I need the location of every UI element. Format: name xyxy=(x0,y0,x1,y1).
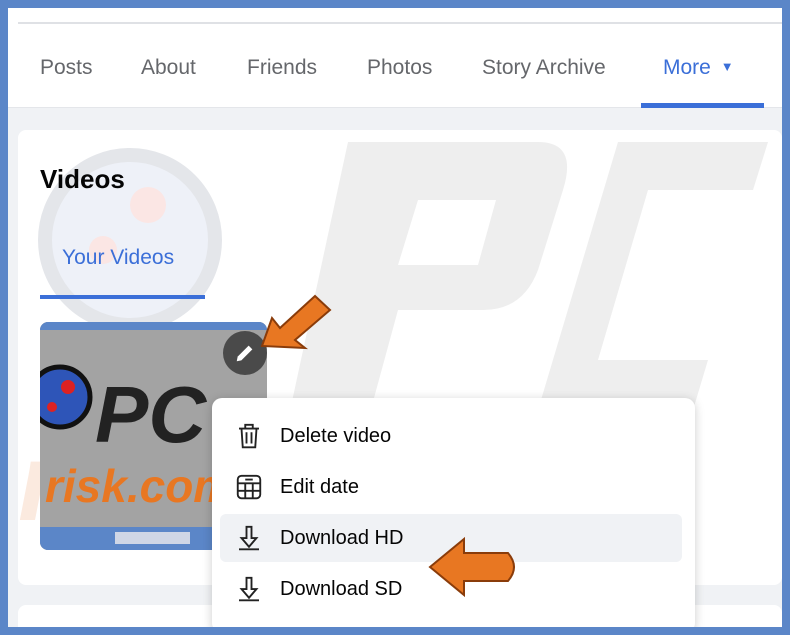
calendar-icon xyxy=(236,474,262,500)
tab-friends[interactable]: Friends xyxy=(247,56,317,80)
menu-item-label: Delete video xyxy=(280,424,392,447)
download-icon xyxy=(239,525,259,551)
page-frame: Posts About Friends Photos Story Archive… xyxy=(8,8,782,627)
profile-nav: Posts About Friends Photos Story Archive… xyxy=(8,8,782,108)
tab-story-archive[interactable]: Story Archive xyxy=(482,56,606,80)
tab-posts[interactable]: Posts xyxy=(40,56,93,80)
divider xyxy=(18,22,782,24)
tab-about[interactable]: About xyxy=(141,56,196,80)
caret-down-icon: ▼ xyxy=(720,59,734,74)
tab-photos[interactable]: Photos xyxy=(367,56,432,80)
menu-item-label: Download SD xyxy=(280,577,403,600)
tab-your-videos[interactable]: Your Videos xyxy=(62,246,174,270)
menu-item-download-sd[interactable]: Download SD xyxy=(220,565,682,613)
edit-video-button[interactable] xyxy=(223,331,267,375)
section-title: Videos xyxy=(40,164,125,194)
svg-text:PC: PC xyxy=(95,370,207,459)
video-options-menu: Delete video Edit date Download HD Downl… xyxy=(212,398,695,627)
menu-item-download-hd[interactable]: Download HD xyxy=(220,514,682,562)
trash-icon xyxy=(239,423,259,449)
menu-item-label: Edit date xyxy=(280,475,359,498)
tab-more-label: More xyxy=(663,56,711,79)
tab-more[interactable]: More ▼ xyxy=(663,56,734,80)
pencil-icon xyxy=(236,345,253,362)
subtab-indicator xyxy=(40,295,205,299)
download-icon xyxy=(239,576,259,602)
menu-item-label: Download HD xyxy=(280,526,404,549)
menu-item-delete-video[interactable]: Delete video xyxy=(220,412,682,460)
svg-text:risk.com: risk.com xyxy=(45,460,234,512)
menu-item-edit-date[interactable]: Edit date xyxy=(220,463,682,511)
active-tab-indicator xyxy=(641,103,764,108)
